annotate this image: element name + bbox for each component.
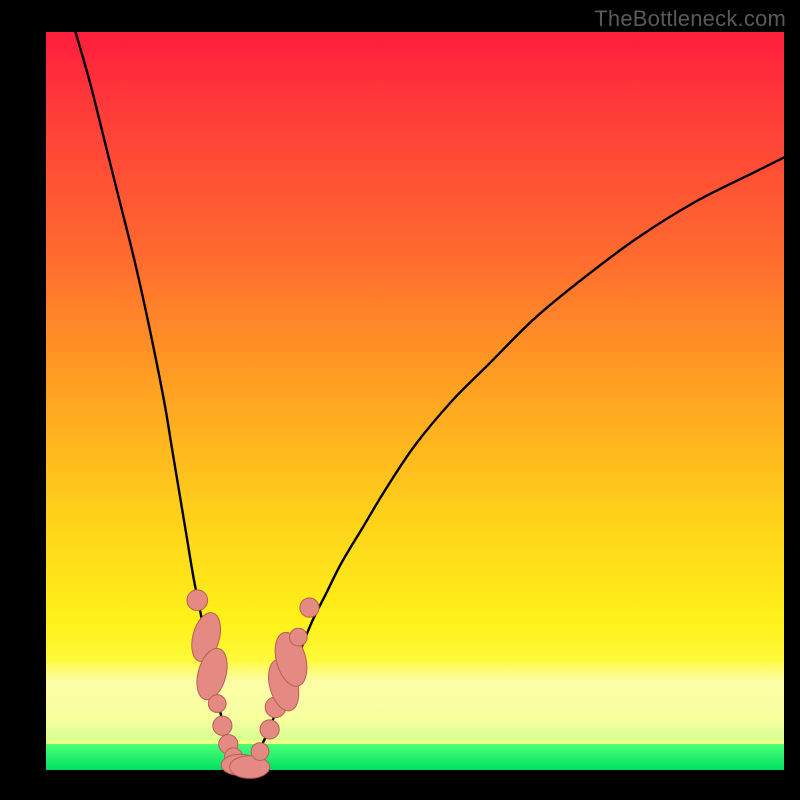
bottleneck-curve [76, 32, 784, 768]
curve-marker [187, 590, 208, 611]
watermark-text: TheBottleneck.com [594, 6, 786, 32]
curve-markers [187, 590, 319, 778]
curve-right-branch [249, 157, 784, 766]
curve-layer [46, 32, 784, 770]
curve-marker [213, 716, 232, 735]
curve-marker [260, 720, 279, 739]
curve-marker [290, 628, 308, 646]
curve-marker [300, 598, 319, 617]
curve-marker [208, 695, 226, 713]
chart-stage: TheBottleneck.com [0, 0, 800, 800]
plot-area [46, 32, 784, 770]
curve-marker [251, 743, 269, 761]
